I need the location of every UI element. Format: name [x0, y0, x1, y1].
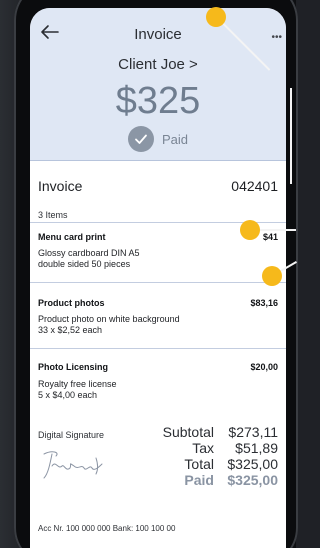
subtotal-label: Subtotal	[162, 424, 214, 440]
total-value: $325,00	[227, 456, 278, 472]
item-desc: 5 x $4,00 each	[38, 390, 98, 400]
total-row: Total $325,00	[128, 456, 278, 472]
item-price: $83,16	[250, 298, 278, 308]
item-desc: double sided 50 pieces	[38, 259, 131, 269]
item-desc: Glossy cardboard DIN A5	[38, 248, 140, 258]
paid-row: Paid $325,00	[128, 472, 278, 488]
client-link[interactable]: Client Joe >	[30, 56, 286, 73]
signature-image	[43, 451, 103, 479]
divider	[30, 348, 286, 349]
item-price: $41	[262, 232, 278, 242]
callout-dot	[262, 266, 282, 286]
callout-dot	[240, 220, 260, 240]
page-title: Invoice	[134, 26, 182, 43]
header-divider	[30, 160, 286, 161]
total-label: Total	[184, 456, 214, 472]
divider	[30, 282, 286, 283]
paid-status-label: Paid	[161, 131, 189, 147]
invoice-screen: Invoice ••• Client Joe > $325 Paid Invoi…	[30, 8, 286, 548]
more-options-icon[interactable]: •••	[271, 32, 282, 43]
callout-dot	[206, 7, 226, 27]
item-name: Menu card print	[38, 232, 106, 242]
signature-label: Digital Signature	[38, 430, 105, 440]
subtotal-row: Subtotal $273,11	[128, 424, 278, 440]
invoice-amount: $325	[115, 80, 201, 122]
bank-footer: Acc Nr. 100 000 000 Bank: 100 100 00	[38, 524, 176, 533]
items-count: 3 Items	[38, 210, 68, 220]
tax-row: Tax $51,89	[128, 440, 278, 456]
paid-label: Paid	[184, 472, 214, 488]
item-desc: 33 x $2,52 each	[38, 325, 103, 335]
item-price: $20,00	[250, 362, 278, 372]
paid-value: $325,00	[227, 472, 278, 488]
item-desc: Royalty free license	[38, 379, 117, 389]
invoice-header: Invoice ••• Client Joe > $325 Paid	[30, 8, 286, 160]
callout-line	[290, 88, 292, 184]
item-desc: Product photo on white background	[38, 314, 180, 324]
paid-status: Paid	[30, 124, 286, 154]
callout-line	[258, 229, 296, 231]
tax-value: $51,89	[235, 440, 278, 456]
item-name: Photo Licensing	[38, 362, 109, 372]
invoice-number: 042401	[231, 178, 278, 194]
check-circle-icon	[127, 126, 154, 152]
tax-label: Tax	[192, 440, 214, 456]
item-name: Product photos	[38, 298, 105, 308]
totals-block: Subtotal $273,11 Tax $51,89 Total $325,0…	[128, 424, 278, 488]
subtotal-value: $273,11	[228, 424, 278, 440]
invoice-label: Invoice	[38, 178, 83, 194]
